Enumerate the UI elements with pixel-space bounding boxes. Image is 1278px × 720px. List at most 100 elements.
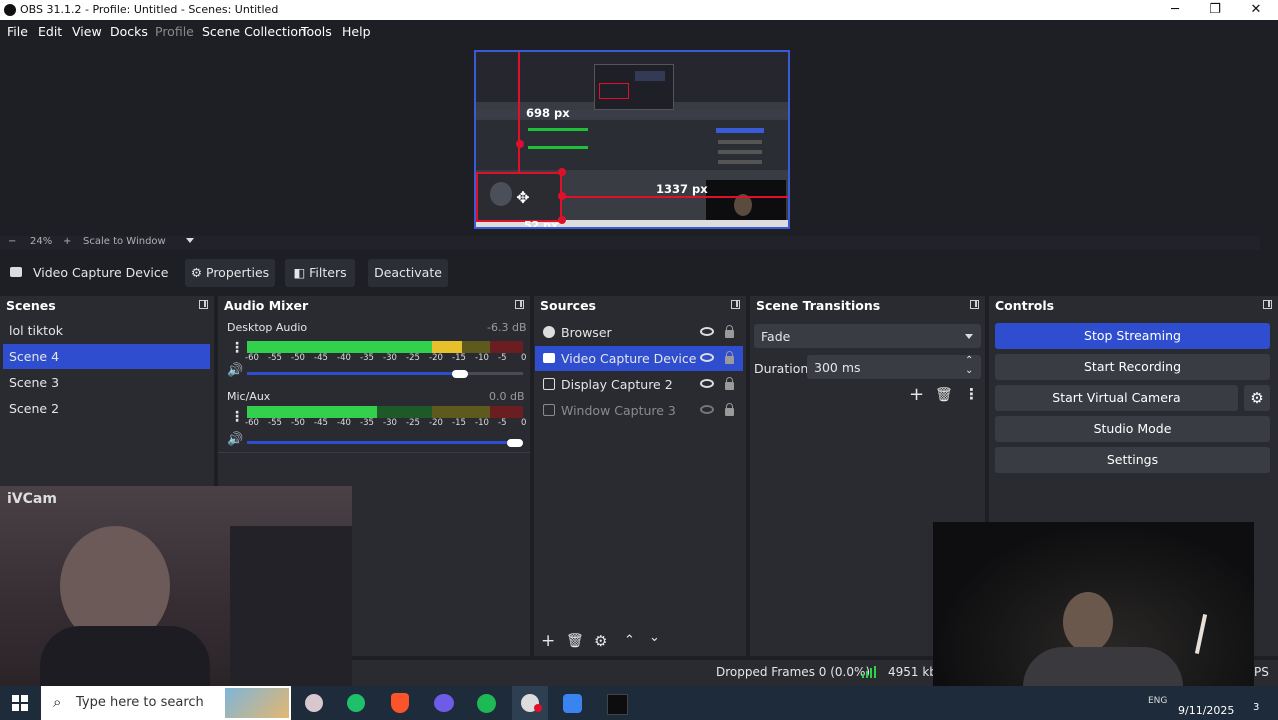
meter-tick-label: -5 bbox=[498, 353, 507, 363]
meter-tick-label: -60 bbox=[245, 418, 259, 428]
chevron-down-icon[interactable]: ⌄ bbox=[965, 365, 973, 376]
scene-item[interactable]: Scene 2 bbox=[3, 396, 210, 421]
camera-icon bbox=[543, 353, 555, 363]
add-icon[interactable]: + bbox=[909, 384, 924, 405]
chevron-down-icon[interactable]: ⌄ bbox=[649, 630, 660, 645]
deactivate-button[interactable]: Deactivate bbox=[368, 259, 448, 287]
brave-icon[interactable] bbox=[391, 693, 409, 713]
guide-label-bottom: 52 px bbox=[524, 219, 559, 229]
volume-slider-knob[interactable] bbox=[452, 370, 468, 378]
clock-date[interactable]: 9/11/2025 bbox=[1178, 704, 1234, 717]
maximize-button[interactable]: ❐ bbox=[1195, 1, 1235, 19]
trash-icon[interactable]: 🗑 bbox=[935, 387, 953, 403]
app-icon[interactable] bbox=[607, 694, 628, 715]
dock-float-icon[interactable] bbox=[731, 300, 740, 309]
stop-streaming-button[interactable]: Stop Streaming bbox=[995, 323, 1270, 349]
zoom-in-button[interactable]: + bbox=[63, 236, 71, 247]
taskbar-search[interactable]: ⌕ Type here to search bbox=[41, 686, 291, 720]
menu-scene-collection[interactable]: Scene Collection bbox=[202, 24, 306, 39]
search-placeholder: Type here to search bbox=[76, 695, 204, 710]
menu-profile[interactable]: Profile bbox=[155, 24, 194, 39]
menu-tools[interactable]: Tools bbox=[301, 24, 332, 39]
properties-button[interactable]: ⚙ Properties bbox=[185, 259, 275, 287]
guide-label-height: 698 px bbox=[526, 106, 570, 120]
selection-handle[interactable] bbox=[558, 192, 566, 200]
menu-edit[interactable]: Edit bbox=[38, 24, 62, 39]
dock-float-icon[interactable] bbox=[1263, 300, 1272, 309]
meter-tick-label: -30 bbox=[383, 353, 397, 363]
selection-handle[interactable] bbox=[558, 168, 566, 176]
app-icon[interactable] bbox=[563, 694, 582, 713]
channel-name: Mic/Aux bbox=[227, 390, 271, 403]
filters-label: Filters bbox=[309, 265, 347, 280]
eye-icon[interactable] bbox=[700, 379, 714, 388]
taskbar-active-app[interactable] bbox=[512, 686, 548, 720]
studio-mode-button[interactable]: Studio Mode bbox=[995, 416, 1270, 442]
lock-icon[interactable] bbox=[725, 351, 734, 364]
selection-handle[interactable] bbox=[558, 216, 566, 224]
menu-docks[interactable]: Docks bbox=[110, 24, 148, 39]
windows-start-icon[interactable] bbox=[12, 695, 28, 711]
channel-menu-icon[interactable]: ⋮ bbox=[230, 340, 244, 356]
menu-help[interactable]: Help bbox=[342, 24, 371, 39]
meter-tick-label: 0 bbox=[521, 353, 527, 363]
channel-menu-icon[interactable]: ⋮ bbox=[230, 409, 244, 425]
eye-icon[interactable] bbox=[700, 353, 714, 362]
dock-float-icon[interactable] bbox=[199, 300, 208, 309]
discord-icon[interactable] bbox=[434, 694, 454, 712]
filters-button[interactable]: ◧ Filters bbox=[285, 259, 355, 287]
more-options-icon[interactable]: ⋮ bbox=[964, 385, 979, 403]
eye-slash-icon[interactable] bbox=[700, 405, 714, 414]
selection-handle[interactable] bbox=[516, 140, 524, 148]
scale-mode-select[interactable]: Scale to Window bbox=[83, 236, 166, 247]
source-item[interactable]: Browser bbox=[535, 320, 743, 345]
preview-nested-menubar bbox=[476, 110, 788, 118]
meter-tick-label: -25 bbox=[406, 418, 420, 428]
zoom-out-button[interactable]: − bbox=[8, 236, 16, 247]
scene-item[interactable]: lol tiktok bbox=[3, 318, 210, 343]
lock-icon[interactable] bbox=[725, 377, 734, 390]
gear-icon[interactable]: ⚙ bbox=[594, 632, 607, 650]
volume-slider-knob[interactable] bbox=[507, 439, 523, 447]
close-button[interactable]: ✕ bbox=[1236, 1, 1276, 19]
app-icon[interactable] bbox=[347, 694, 365, 712]
add-icon[interactable]: + bbox=[541, 631, 555, 651]
trash-icon[interactable]: 🗑 bbox=[566, 633, 584, 649]
eye-icon[interactable] bbox=[700, 327, 714, 336]
preview-canvas[interactable]: ✥ 698 px 1337 px 52 px bbox=[474, 50, 790, 229]
source-context-bar: Video Capture Device ⚙ Properties ◧ Filt… bbox=[0, 256, 1278, 290]
meter-tick-label: -40 bbox=[337, 418, 351, 428]
duration-spinbox[interactable]: 300 ms ⌃ ⌄ bbox=[807, 355, 981, 379]
sources-title: Sources bbox=[534, 296, 746, 316]
ivcam-overlay: iVCam bbox=[0, 486, 352, 686]
menu-file[interactable]: File bbox=[7, 24, 28, 39]
speaker-icon[interactable]: 🔊 bbox=[227, 432, 243, 447]
dock-float-icon[interactable] bbox=[970, 300, 979, 309]
minimize-button[interactable]: ─ bbox=[1155, 1, 1195, 19]
settings-button[interactable]: Settings bbox=[995, 447, 1270, 473]
meter-tick-label: -5 bbox=[498, 418, 507, 428]
source-item[interactable]: Window Capture 3 bbox=[535, 398, 743, 423]
chevron-down-icon[interactable] bbox=[186, 238, 194, 243]
speaker-icon[interactable]: 🔊 bbox=[227, 363, 243, 378]
source-item[interactable]: Display Capture 2 bbox=[535, 372, 743, 397]
meter-tick-label: -35 bbox=[360, 418, 374, 428]
start-virtual-camera-button[interactable]: Start Virtual Camera bbox=[995, 385, 1238, 411]
globe-icon bbox=[543, 326, 555, 338]
scene-item[interactable]: Scene 3 bbox=[3, 370, 210, 395]
dock-float-icon[interactable] bbox=[515, 300, 524, 309]
chevron-up-icon[interactable]: ⌃ bbox=[624, 633, 635, 648]
zoom-value: 24% bbox=[30, 236, 53, 247]
source-item-selected[interactable]: Video Capture Device bbox=[535, 346, 743, 371]
scene-item-selected[interactable]: Scene 4 bbox=[3, 344, 210, 369]
virtual-camera-settings-icon[interactable]: ⚙ bbox=[1244, 385, 1270, 411]
start-recording-button[interactable]: Start Recording bbox=[995, 354, 1270, 380]
spotify-icon[interactable] bbox=[477, 694, 496, 713]
notification-count[interactable]: 3 bbox=[1253, 702, 1259, 713]
lock-icon[interactable] bbox=[725, 325, 734, 338]
language-indicator[interactable]: ENG bbox=[1148, 696, 1167, 706]
app-icon[interactable] bbox=[305, 694, 323, 712]
lock-icon[interactable] bbox=[725, 403, 734, 416]
transition-select[interactable]: Fade bbox=[754, 324, 981, 348]
menu-view[interactable]: View bbox=[72, 24, 102, 39]
